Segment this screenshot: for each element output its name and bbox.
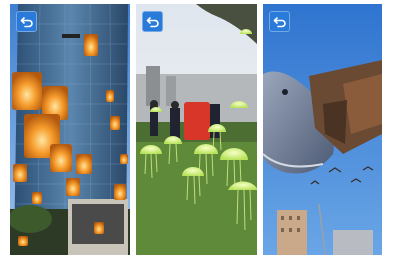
back-arrow-icon bbox=[20, 16, 33, 27]
back-arrow-icon bbox=[273, 16, 286, 27]
jellyfish-scene-image bbox=[136, 4, 257, 255]
ar-screen-whale bbox=[263, 4, 382, 255]
back-button[interactable] bbox=[142, 11, 163, 32]
back-button[interactable] bbox=[269, 11, 290, 32]
whale-scene-image bbox=[263, 4, 382, 255]
lantern-scene-image bbox=[10, 4, 130, 255]
ar-screen-lanterns bbox=[10, 4, 130, 255]
back-arrow-icon bbox=[146, 16, 159, 27]
ar-screen-jellyfish bbox=[136, 4, 257, 255]
back-button[interactable] bbox=[16, 11, 37, 32]
